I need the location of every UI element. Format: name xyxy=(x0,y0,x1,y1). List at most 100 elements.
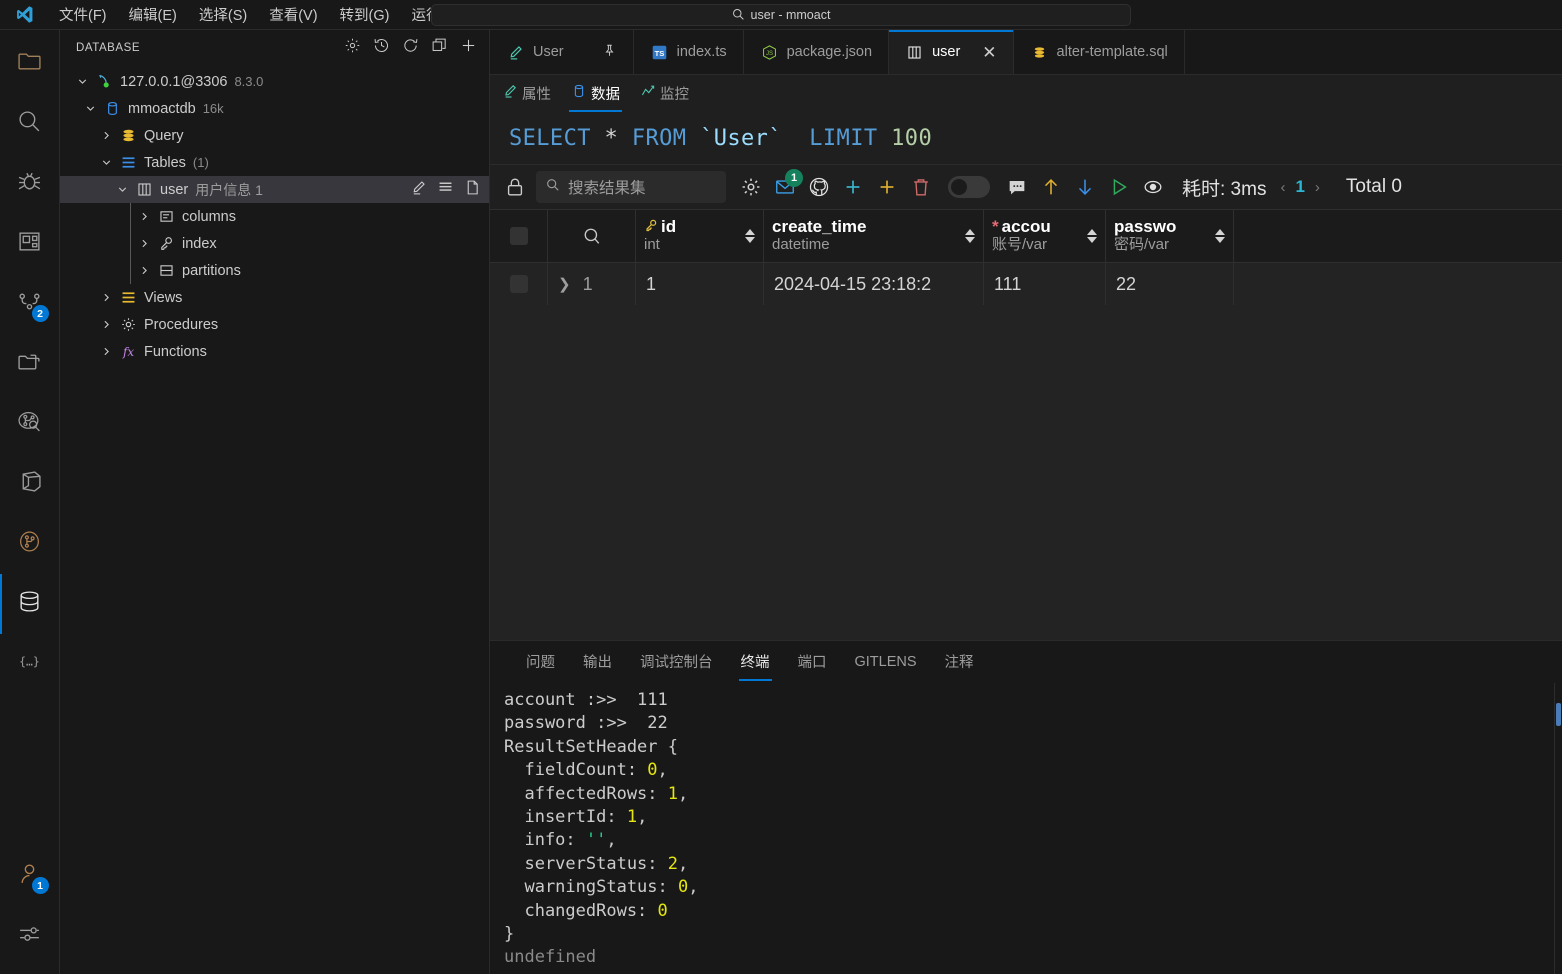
activity-debug[interactable] xyxy=(0,154,60,214)
activity-accounts[interactable]: 1 xyxy=(0,846,60,906)
sql-query-display[interactable]: SELECT * FROM `User` LIMIT 100 xyxy=(490,113,1562,165)
panel-tab-terminal[interactable]: 终端 xyxy=(727,641,784,683)
table-row[interactable]: ❯ 1 1 2024-04-15 23:18:2 111 22 xyxy=(490,263,1562,305)
chevron-right-icon[interactable] xyxy=(98,343,115,360)
arrow-down-icon[interactable] xyxy=(1068,170,1102,204)
checkbox[interactable] xyxy=(510,275,528,293)
comment-icon[interactable] xyxy=(1000,170,1034,204)
tab-index-ts[interactable]: TS index.ts xyxy=(634,30,744,74)
tree-item-tables[interactable]: Tables (1) xyxy=(60,149,489,176)
activity-explorer[interactable] xyxy=(0,34,60,94)
scrollbar-thumb[interactable] xyxy=(1556,703,1561,726)
panel-tab-gitlens[interactable]: GITLENS xyxy=(841,644,931,681)
menu-view[interactable]: 查看(V) xyxy=(258,1,328,28)
tab-monitor[interactable]: 监控 xyxy=(632,77,697,112)
add-column-icon[interactable] xyxy=(870,170,904,204)
terminal-scrollbar[interactable] xyxy=(1548,683,1562,974)
chevron-down-icon[interactable] xyxy=(82,100,99,117)
chevron-right-icon[interactable] xyxy=(98,289,115,306)
tree-item-actions[interactable] xyxy=(410,179,481,200)
tree-item-index[interactable]: index xyxy=(60,230,489,257)
tab-user-entity[interactable]: User xyxy=(490,30,634,74)
edit-pencil-icon[interactable] xyxy=(410,179,427,200)
new-file-icon[interactable] xyxy=(464,179,481,200)
tree-item-partitions[interactable]: partitions xyxy=(60,257,489,284)
add-icon[interactable] xyxy=(460,37,477,59)
tree-item-database[interactable]: mmoactdb 16k xyxy=(60,95,489,122)
gear-icon[interactable] xyxy=(344,37,361,59)
sort-toggle-icon[interactable] xyxy=(965,229,975,243)
command-center[interactable]: user - mmoact xyxy=(431,4,1131,26)
gear-icon[interactable] xyxy=(734,170,768,204)
chevron-right-icon[interactable] xyxy=(136,208,153,225)
tab-package-json[interactable]: JS package.json xyxy=(744,30,889,74)
activity-project-manager[interactable] xyxy=(0,334,60,394)
chevron-down-icon[interactable] xyxy=(98,154,115,171)
sort-toggle-icon[interactable] xyxy=(1215,229,1225,243)
tab-properties[interactable]: 属性 xyxy=(494,77,559,112)
collapse-all-icon[interactable] xyxy=(431,37,448,59)
panel-tab-ports[interactable]: 端口 xyxy=(784,641,841,683)
panel-tab-debug-console[interactable]: 调试控制台 xyxy=(626,641,727,683)
tree-item-functions[interactable]: fx Functions xyxy=(60,338,489,365)
github-icon[interactable] xyxy=(802,170,836,204)
toggle-switch[interactable] xyxy=(948,176,990,198)
checkbox[interactable] xyxy=(510,227,528,245)
pagination[interactable]: ‹ 1 › xyxy=(1280,177,1319,197)
prev-page-button[interactable]: ‹ xyxy=(1280,179,1285,196)
activity-package[interactable] xyxy=(0,454,60,514)
chevron-right-icon[interactable] xyxy=(136,262,153,279)
refresh-icon[interactable] xyxy=(402,37,419,59)
chevron-right-icon[interactable] xyxy=(136,235,153,252)
cell-account[interactable]: 111 xyxy=(984,263,1106,305)
tab-user-table[interactable]: user ✕ xyxy=(889,30,1013,74)
chevron-right-icon[interactable] xyxy=(98,316,115,333)
history-icon[interactable] xyxy=(373,37,390,59)
grid-column-create-time[interactable]: create_time datetime xyxy=(764,210,984,262)
cell-id[interactable]: 1 xyxy=(636,263,764,305)
chevron-down-icon[interactable] xyxy=(114,181,131,198)
tree-item-query[interactable]: Query xyxy=(60,122,489,149)
activity-extensions[interactable] xyxy=(0,214,60,274)
select-all-checkbox[interactable] xyxy=(490,210,548,262)
menu-selection[interactable]: 选择(S) xyxy=(188,1,258,28)
pin-icon[interactable] xyxy=(602,43,617,62)
eye-icon[interactable] xyxy=(1136,170,1170,204)
tree-item-columns[interactable]: columns xyxy=(60,203,489,230)
expand-row-icon[interactable]: ❯ xyxy=(558,275,571,293)
terminal-output[interactable]: account :>> 111 password :>> 22 ResultSe… xyxy=(490,683,1562,974)
close-icon[interactable]: ✕ xyxy=(982,44,996,61)
chevron-down-icon[interactable] xyxy=(74,73,91,90)
tab-alter-template-sql[interactable]: alter-template.sql xyxy=(1014,30,1185,74)
sidebar-actions[interactable] xyxy=(344,37,477,59)
tree-item-views[interactable]: Views xyxy=(60,284,489,311)
sort-toggle-icon[interactable] xyxy=(745,229,755,243)
grid-column-password[interactable]: passwo 密码/var xyxy=(1106,210,1234,262)
add-row-icon[interactable] xyxy=(836,170,870,204)
activity-json[interactable]: {…} xyxy=(0,634,60,694)
next-page-button[interactable]: › xyxy=(1315,179,1320,196)
activity-search[interactable] xyxy=(0,94,60,154)
activity-database[interactable] xyxy=(0,574,60,634)
menu-edit[interactable]: 编辑(E) xyxy=(118,1,188,28)
panel-tab-output[interactable]: 输出 xyxy=(569,641,626,683)
row-checkbox[interactable] xyxy=(490,263,548,305)
panel-tab-comments[interactable]: 注释 xyxy=(931,641,988,683)
grid-column-account[interactable]: *accou 账号/var xyxy=(984,210,1106,262)
tree-item-procedures[interactable]: Procedures xyxy=(60,311,489,338)
panel-tab-problems[interactable]: 问题 xyxy=(512,641,569,683)
activity-settings[interactable] xyxy=(0,906,60,966)
rows-icon[interactable] xyxy=(437,179,454,200)
cell-password[interactable]: 22 xyxy=(1106,263,1234,305)
activity-gitlens[interactable] xyxy=(0,514,60,574)
delete-row-icon[interactable] xyxy=(904,170,938,204)
mail-export-icon[interactable]: 1 xyxy=(768,170,802,204)
activity-git-graph[interactable] xyxy=(0,394,60,454)
menu-go[interactable]: 转到(G) xyxy=(329,1,401,28)
tab-data[interactable]: 数据 xyxy=(563,77,628,112)
search-results-input[interactable]: 搜索结果集 xyxy=(536,171,726,203)
grid-search-column-button[interactable] xyxy=(548,210,636,262)
tree-item-connection[interactable]: 127.0.0.1@3306 8.3.0 xyxy=(60,68,489,95)
menu-file[interactable]: 文件(F) xyxy=(48,1,118,28)
run-play-icon[interactable] xyxy=(1102,170,1136,204)
